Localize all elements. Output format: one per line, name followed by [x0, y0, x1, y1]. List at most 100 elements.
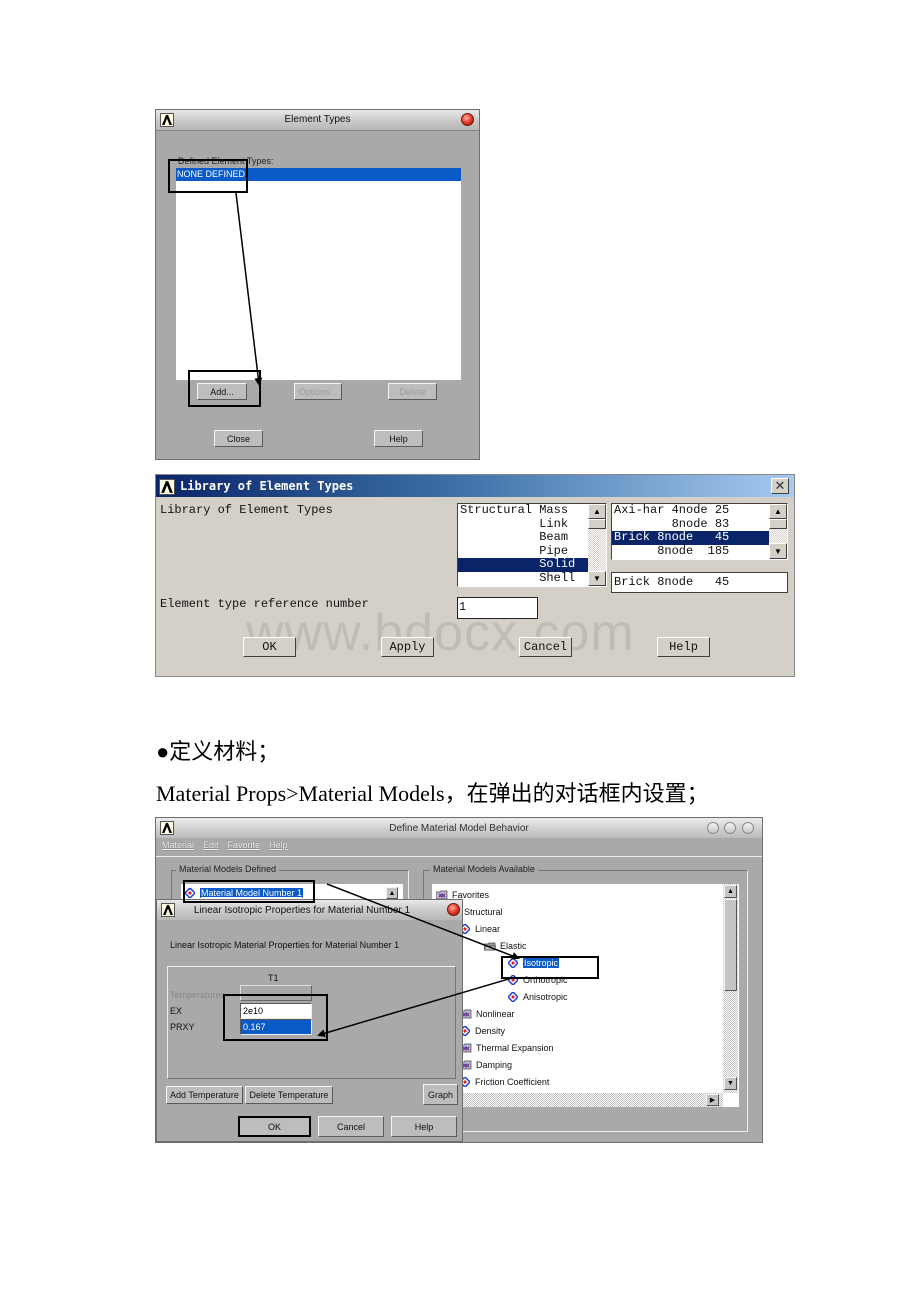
scroll-down-icon[interactable]: ▼ — [769, 543, 787, 559]
title-bar: Define Material Model Behavior — [156, 818, 762, 838]
instruction-text: Material Props>Material Models，在弹出的对话框内设… — [156, 781, 709, 806]
row-label-prxy: PRXY — [170, 1022, 195, 1032]
add-temperature-button[interactable]: Add Temperature — [166, 1086, 243, 1104]
maximize-button[interactable] — [724, 822, 736, 834]
tree-item-label: Favorites — [452, 889, 490, 900]
scroll-down-icon[interactable]: ▼ — [588, 571, 606, 586]
scroll-up-icon[interactable]: ▲ — [724, 885, 737, 898]
minimize-button[interactable] — [707, 822, 719, 834]
scroll-thumb[interactable] — [724, 899, 737, 991]
graph-button[interactable]: Graph — [423, 1084, 458, 1105]
row-label-ex: EX — [170, 1006, 183, 1016]
cancel-button[interactable]: Cancel — [519, 637, 572, 657]
tree-item-label: Damping — [476, 1059, 513, 1070]
dialog-title: Linear Isotropic Properties for Material… — [193, 905, 411, 916]
list-item-selected[interactable]: Brick 8node 45 — [612, 530, 769, 545]
delete-button[interactable]: Delete — [388, 383, 437, 400]
tree-item[interactable]: Elastic — [436, 937, 721, 954]
bullet: ● — [156, 739, 170, 764]
vertical-scrollbar[interactable]: ▲ ▼ — [723, 884, 738, 1093]
column-header: T1 — [268, 973, 279, 983]
menu-favorite[interactable]: Favorite — [228, 840, 261, 850]
close-button[interactable] — [447, 903, 460, 916]
defined-element-types-list[interactable]: NONE DEFINED — [176, 168, 461, 380]
library-element-types-dialog: Library of Element Types ✕ Library of El… — [155, 474, 795, 677]
ok-button[interactable]: OK — [243, 637, 296, 657]
menu-help[interactable]: Help — [269, 840, 288, 850]
material-icon — [508, 991, 518, 1002]
tree-item[interactable]: Favorites — [436, 886, 721, 903]
scroll-thumb[interactable] — [769, 519, 787, 529]
selection-display: Brick 8node 45 — [611, 572, 788, 593]
category-listbox[interactable]: Structural Mass Link Beam Pipe Solid She… — [457, 503, 607, 587]
library-label: Library of Element Types — [160, 503, 333, 517]
menu-edit[interactable]: Edit — [203, 840, 219, 850]
tree-item-label: Nonlinear — [476, 1008, 515, 1019]
element-listbox[interactable]: Axi-har 4node 25 8node 83 Brick 8node 45… — [611, 503, 788, 560]
list-item[interactable]: Pipe — [458, 544, 588, 559]
list-item[interactable]: Link — [458, 517, 588, 532]
tree-item[interactable]: Anisotropic — [436, 988, 721, 1005]
list-item[interactable]: 8node 185 — [612, 544, 769, 559]
row-label-temperatures: Temperatures — [170, 990, 226, 1000]
tree-item-label: Thermal Expansion — [476, 1042, 554, 1053]
tree-item[interactable]: Density — [436, 1022, 721, 1039]
heading-text: 定义材料； — [169, 739, 280, 764]
cancel-button[interactable]: Cancel — [318, 1116, 384, 1137]
scroll-up-icon[interactable]: ▲ — [769, 504, 787, 519]
scroll-up-icon[interactable]: ▲ — [588, 504, 606, 519]
tree-item[interactable]: Structural — [436, 903, 721, 920]
watermark: www.bdocx.com — [246, 604, 635, 662]
title-bar: Element Types — [156, 110, 479, 131]
ansys-logo-icon — [159, 479, 175, 495]
list-item[interactable]: Axi-har 4node 25 — [612, 503, 769, 518]
tree-item-label: Linear — [475, 923, 501, 934]
close-icon[interactable]: ✕ — [771, 478, 789, 494]
tree-item-label: Anisotropic — [523, 991, 568, 1002]
available-group-label: Material Models Available — [430, 864, 538, 874]
ok-button[interactable]: OK — [238, 1116, 311, 1137]
scroll-up-icon[interactable]: ▲ — [386, 887, 398, 899]
delete-temperature-button[interactable]: Delete Temperature — [245, 1086, 333, 1104]
folder-icon — [436, 890, 448, 899]
close-button[interactable] — [461, 113, 474, 126]
tree-item[interactable]: Friction Coefficient — [436, 1073, 721, 1090]
horizontal-scrollbar[interactable]: ▶ — [432, 1093, 723, 1107]
tree-item[interactable]: Linear — [436, 920, 721, 937]
tree-item[interactable]: Nonlinear — [436, 1005, 721, 1022]
help-button[interactable]: Help — [657, 637, 710, 657]
scroll-right-icon[interactable]: ▶ — [706, 1094, 719, 1106]
help-button[interactable]: Help — [391, 1116, 457, 1137]
annotation-box-isotropic — [501, 956, 599, 979]
help-button[interactable]: Help — [374, 430, 423, 447]
available-models-tree[interactable]: Favorites Structural Linear Elastic Isotropi… — [432, 884, 739, 1107]
close-dialog-button[interactable]: Close — [214, 430, 263, 447]
selection-display-text: Brick 8node 45 — [614, 575, 730, 589]
menu-divider — [156, 856, 762, 857]
options-button[interactable]: Options... — [294, 383, 342, 400]
list-item[interactable]: 8node 83 — [612, 517, 769, 532]
annotation-box-ex-prxy — [223, 994, 328, 1041]
list-item[interactable]: Structural Mass — [458, 503, 588, 518]
tree-item[interactable]: Damping — [436, 1056, 721, 1073]
annotation-box-add — [188, 370, 261, 407]
list-item-selected[interactable]: Solid — [458, 557, 588, 572]
dialog-title: Define Material Model Behavior — [389, 823, 529, 834]
tree-item-label: Structural — [464, 906, 503, 917]
scroll-thumb[interactable] — [588, 519, 606, 529]
section-heading: ●定义材料； — [156, 734, 279, 766]
list-item[interactable]: Beam — [458, 530, 588, 545]
menu-bar: Material Edit Favorite Help — [162, 840, 288, 850]
tree-item[interactable]: Thermal Expansion — [436, 1039, 721, 1056]
menu-material[interactable]: Material — [162, 840, 194, 850]
scrollbar[interactable]: ▲ ▼ — [588, 504, 606, 586]
annotation-box-material-model — [183, 880, 315, 903]
title-bar: Library of Element Types ✕ — [156, 475, 794, 497]
list-item[interactable]: Shell — [458, 571, 588, 586]
scroll-down-icon[interactable]: ▼ — [724, 1077, 737, 1090]
tree-item-label: Density — [475, 1025, 506, 1036]
scrollbar[interactable]: ▲ ▼ — [769, 504, 787, 559]
close-button[interactable] — [742, 822, 754, 834]
annotation-box-none-defined — [168, 159, 248, 193]
apply-button[interactable]: Apply — [381, 637, 434, 657]
